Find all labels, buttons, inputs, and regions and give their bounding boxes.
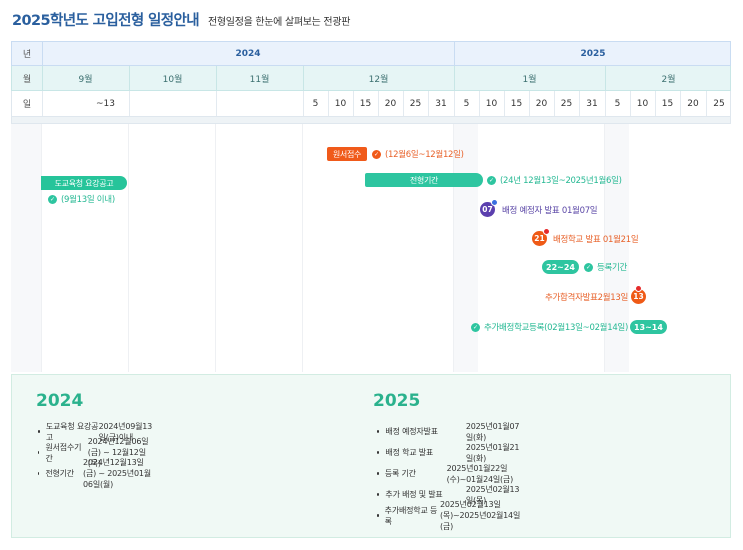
day-cell: 10 bbox=[485, 98, 498, 109]
page-title: 2025학년도 고입전형 일정안내 bbox=[12, 13, 200, 29]
list-item: 추가배정학교 등록 2025년02월13일(목)~2025년02월14일(금) bbox=[377, 500, 525, 531]
screening-pill: 전형기간 bbox=[365, 173, 483, 187]
day-cell: 15 bbox=[510, 98, 523, 109]
list-item: 전형기간 2024년12월13일(금) ~ 2025년01월06일(월) bbox=[38, 458, 153, 489]
summary-list-2025: 배정 예정자발표 2025년01월07일(화) 배정 학교 발표 2025년01… bbox=[377, 421, 525, 531]
school-text: 배정학교 발표 01월21일 bbox=[553, 234, 639, 245]
assign-badge: 07 bbox=[480, 199, 498, 217]
item-label: 추가배정학교 등록 bbox=[384, 505, 438, 526]
month-dec: 12월 bbox=[368, 74, 389, 85]
assign-text: 배정 예정자 발표 01월07일 bbox=[502, 205, 598, 216]
list-item: 배정 학교 발표 2025년01월21일(화) bbox=[377, 442, 525, 463]
application-tag: 원서접수 bbox=[327, 147, 367, 161]
summary-year-2024: 2024 bbox=[36, 391, 84, 411]
month-jan: 1월 bbox=[522, 74, 537, 85]
check-icon bbox=[543, 228, 550, 235]
notice-date: (9월13일 이내) bbox=[61, 195, 115, 205]
check-icon: ✓ bbox=[372, 149, 381, 159]
month-row-label: 월 bbox=[22, 74, 32, 85]
item-label: 배정 학교 발표 bbox=[385, 448, 434, 457]
event-screening: 전형기간 ✓ (24년 12월13일~2025년1월6일) bbox=[365, 173, 622, 187]
item-value: 2025년01월07일(화) bbox=[465, 421, 520, 442]
list-item: 배정 예정자발표 2025년01월07일(화) bbox=[377, 421, 525, 442]
year-2024: 2024 bbox=[235, 48, 261, 59]
month-sep: 9월 bbox=[78, 74, 93, 85]
day-cell: 31 bbox=[586, 98, 598, 109]
day-cell: 20 bbox=[384, 98, 397, 109]
item-label: 등록 기간 bbox=[384, 469, 416, 478]
year-row-label: 년 bbox=[22, 50, 32, 60]
check-icon: ✓ bbox=[471, 322, 480, 332]
month-nov: 11월 bbox=[249, 74, 270, 85]
extra-reg-pill: 13~14 bbox=[629, 320, 667, 334]
page-header: 2025학년도 고입전형 일정안내 전형일정을 한눈에 살펴보는 전광판 bbox=[12, 9, 350, 30]
day-cell: 5 bbox=[614, 98, 621, 109]
extra-badge-number: 13 bbox=[633, 292, 644, 301]
school-badge: 21 bbox=[532, 228, 550, 246]
register-text: 등록기간 bbox=[596, 263, 628, 273]
event-application: 원서접수 ✓ (12월6일~12월12일) bbox=[327, 147, 464, 161]
assign-badge-number: 07 bbox=[482, 205, 493, 214]
notice-pill: 도교육청 요강공고 bbox=[41, 176, 127, 190]
day-cell: 25 bbox=[713, 98, 725, 109]
month-row: 월 9월 10월 11월 12월 1월 2월 bbox=[11, 66, 731, 91]
day-cell: 20 bbox=[535, 98, 548, 109]
item-label: 배정 예정자발표 bbox=[385, 427, 438, 436]
event-extra-register: ✓ 추가배정학교등록(02월13일~02월14일) 13~14 bbox=[471, 320, 667, 334]
screening-dates: (24년 12월13일~2025년1월6일) bbox=[500, 176, 622, 186]
check-icon: ✓ bbox=[48, 194, 57, 204]
summary-panel: 2024 도교육청 요강공고 2024년09월13일(금)이내 원서접수기간 2… bbox=[11, 374, 731, 538]
item-label: 원서접수기간 bbox=[45, 442, 82, 463]
day-cell: 5 bbox=[312, 98, 319, 109]
day-cell: 25 bbox=[560, 98, 573, 109]
item-value: 2024년12월13일(금) ~ 2025년01월06일(월) bbox=[83, 458, 151, 489]
event-assign: 07 배정 예정자 발표 01월07일 bbox=[480, 199, 598, 217]
event-notice-date: ✓ (9월13일 이내) bbox=[48, 193, 115, 205]
summary-list-2024: 도교육청 요강공고 2024년09월13일(금)이내 원서접수기간 2024년1… bbox=[38, 421, 153, 489]
day-cell: 15 bbox=[661, 98, 674, 109]
check-icon: ✓ bbox=[583, 262, 593, 272]
page-subtitle: 전형일정을 한눈에 살펴보는 전광판 bbox=[208, 17, 351, 28]
day-cell: 10 bbox=[636, 98, 649, 109]
event-register: 22~24 ✓ 등록기간 bbox=[542, 260, 627, 274]
year-row: 년 2024 2025 bbox=[11, 41, 731, 66]
day-cell: 31 bbox=[435, 98, 447, 109]
summary-year-2025: 2025 bbox=[373, 391, 421, 411]
extra-text: 추가합격자발표2월13일 bbox=[545, 292, 629, 303]
list-item: 등록 기간 2025년01월22일(수)~01월24일(금) bbox=[377, 463, 525, 484]
extra-reg-text: 추가배정학교등록(02월13일~02월14일) bbox=[484, 323, 628, 333]
extra-badge: 13 bbox=[631, 285, 647, 304]
event-extra: 추가합격자발표2월13일 13 bbox=[545, 285, 647, 304]
check-icon bbox=[635, 285, 643, 292]
day-cell: 25 bbox=[409, 98, 422, 109]
month-feb: 2월 bbox=[661, 74, 676, 85]
day-sep-13: ~13 bbox=[96, 98, 115, 109]
application-dates: (12월6일~12월12일) bbox=[385, 150, 464, 160]
item-value: 2025년02월13일(목)~2025년02월14일(금) bbox=[440, 500, 521, 531]
school-badge-number: 21 bbox=[534, 234, 545, 243]
event-school: 21 배정학교 발표 01월21일 bbox=[532, 228, 639, 246]
item-value: 2025년01월22일(수)~01월24일(금) bbox=[446, 463, 514, 484]
check-icon bbox=[491, 199, 498, 206]
year-2025: 2025 bbox=[580, 48, 606, 59]
month-oct: 10월 bbox=[162, 74, 183, 85]
day-row: 일 ~13 5 10 15 20 25 31 5 10 15 20 25 31 … bbox=[11, 91, 731, 117]
day-row-label: 일 bbox=[22, 100, 32, 110]
item-value: 2025년01월21일(화) bbox=[465, 442, 520, 463]
day-cell: 5 bbox=[463, 98, 470, 109]
day-cell: 15 bbox=[359, 98, 372, 109]
item-label: 전형기간 bbox=[45, 469, 74, 478]
day-cell: 10 bbox=[334, 98, 347, 109]
timeline-area bbox=[11, 124, 731, 372]
check-icon: ✓ bbox=[487, 175, 496, 185]
event-notice: 도교육청 요강공고 bbox=[41, 176, 127, 190]
register-pill: 22~24 bbox=[542, 260, 579, 274]
day-cell: 20 bbox=[687, 98, 699, 109]
grid-spacer bbox=[11, 117, 731, 124]
